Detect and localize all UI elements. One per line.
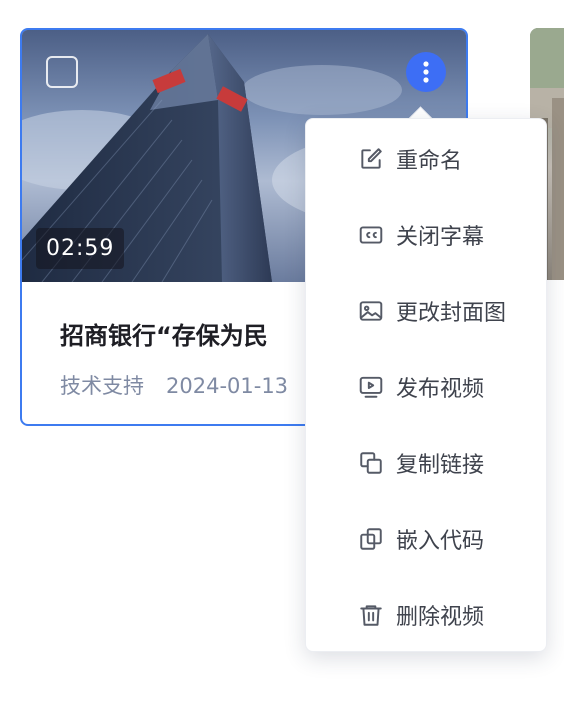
select-checkbox[interactable] [46,56,78,88]
menu-item-close-captions[interactable]: 关闭字幕 [306,197,548,273]
menu-item-copy-link[interactable]: 复制链接 [306,425,548,501]
duration-badge: 02:59 [36,228,125,269]
video-date: 2024-01-13 [166,374,289,398]
trash-icon [358,602,384,628]
closed-captions-icon [358,222,384,248]
play-screen-icon [358,374,384,400]
edit-icon [358,146,384,172]
more-options-button[interactable] [406,52,446,92]
video-meta: 技术支持 2024-01-13 [60,370,288,400]
image-icon [358,298,384,324]
more-vertical-icon [423,61,429,83]
video-author: 技术支持 [60,374,144,398]
copy-icon [358,450,384,476]
menu-item-delete-video[interactable]: 删除视频 [306,577,548,653]
embed-icon [358,526,384,552]
menu-item-embed-code[interactable]: 嵌入代码 [306,501,548,577]
menu-item-publish-video[interactable]: 发布视频 [306,349,548,425]
context-menu: 重命名 关闭字幕 更改封面图 发布视频 复制链接 嵌入代码 删除视频 [305,118,547,652]
menu-item-change-cover[interactable]: 更改封面图 [306,273,548,349]
menu-item-rename[interactable]: 重命名 [306,121,548,197]
